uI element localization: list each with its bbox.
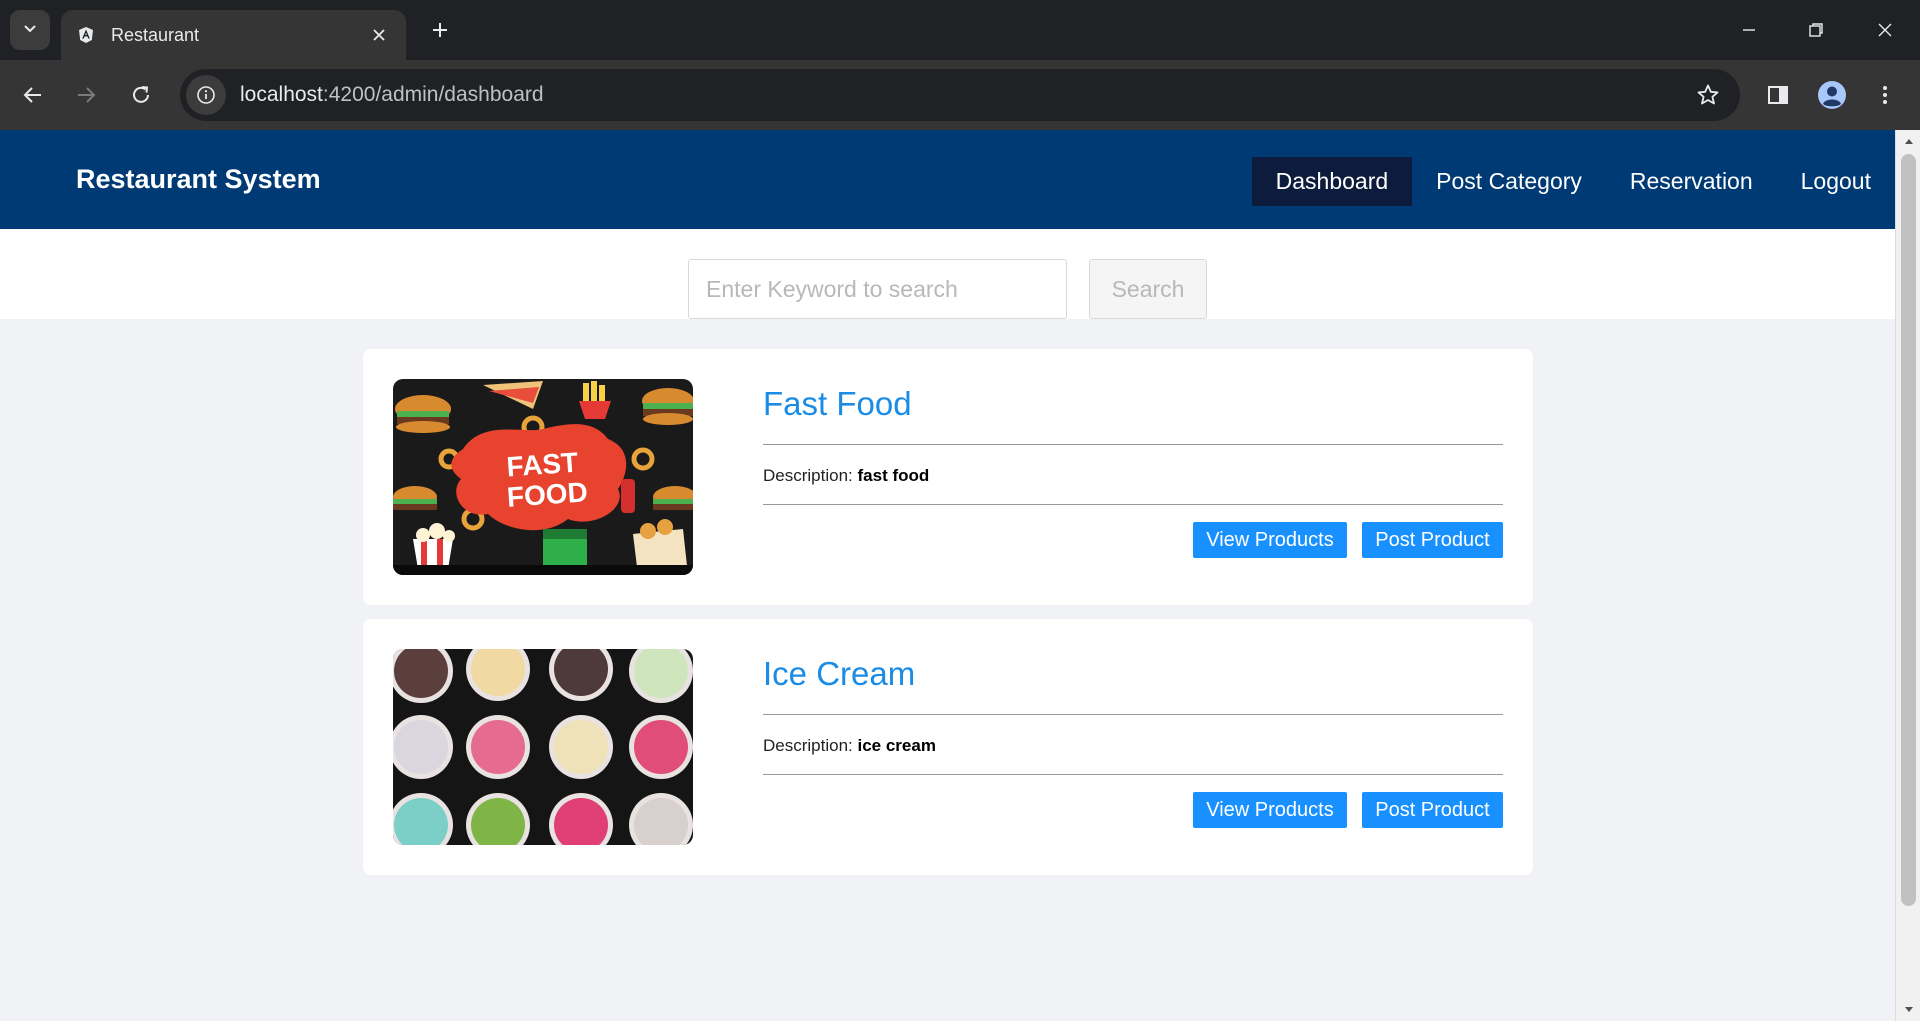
tab-title: Restaurant bbox=[111, 24, 200, 45]
plus-icon[interactable] bbox=[424, 14, 456, 46]
description-value: ice cream bbox=[857, 736, 936, 755]
browser-tab[interactable]: Restaurant bbox=[61, 10, 406, 60]
brand-title[interactable]: Restaurant System bbox=[76, 164, 321, 195]
search-button[interactable]: Search bbox=[1089, 259, 1207, 319]
browser-tab-bar: Restaurant bbox=[0, 0, 1920, 60]
divider bbox=[763, 774, 1503, 775]
side-panel-icon[interactable] bbox=[1759, 76, 1797, 114]
category-card: Ice Cream Description: ice cream View Pr… bbox=[363, 619, 1533, 875]
view-products-button[interactable]: View Products bbox=[1193, 522, 1347, 558]
star-icon[interactable] bbox=[1688, 75, 1728, 115]
view-products-button[interactable]: View Products bbox=[1193, 792, 1347, 828]
search-band: Search bbox=[0, 229, 1895, 319]
tab-list-icon bbox=[22, 20, 38, 41]
app-header: Restaurant System Dashboard Post Categor… bbox=[0, 130, 1895, 229]
post-product-button[interactable]: Post Product bbox=[1362, 522, 1503, 558]
menu-item-dashboard[interactable]: Dashboard bbox=[1251, 157, 1413, 206]
minimize-icon[interactable] bbox=[1726, 12, 1772, 48]
category-title: Fast Food bbox=[763, 385, 912, 422]
page-viewport: Restaurant System Dashboard Post Categor… bbox=[0, 130, 1895, 1021]
profile-icon[interactable] bbox=[1813, 76, 1851, 114]
category-image-ice-cream bbox=[393, 649, 693, 845]
url-text[interactable]: localhost:4200/admin/dashboard bbox=[240, 83, 1688, 107]
description-value: fast food bbox=[857, 466, 930, 485]
site-info-icon[interactable] bbox=[186, 75, 226, 115]
forward-icon[interactable] bbox=[67, 76, 105, 114]
tab-list-button[interactable] bbox=[10, 10, 50, 50]
divider bbox=[763, 714, 1503, 715]
url-host: localhost bbox=[240, 83, 323, 106]
category-description: Description: ice cream bbox=[763, 736, 936, 756]
divider bbox=[763, 444, 1503, 445]
page-scrollbar[interactable] bbox=[1895, 130, 1920, 1021]
close-icon[interactable] bbox=[366, 22, 392, 48]
category-image-fast-food: FAST FOOD bbox=[393, 379, 693, 575]
angular-favicon-icon bbox=[75, 24, 97, 46]
window-close-icon[interactable] bbox=[1862, 12, 1908, 48]
scroll-up-icon[interactable] bbox=[1896, 130, 1920, 152]
search-input[interactable] bbox=[688, 259, 1067, 319]
restore-icon[interactable] bbox=[1793, 12, 1839, 48]
description-label: Description: bbox=[763, 736, 853, 755]
svg-text:FOOD: FOOD bbox=[506, 476, 589, 513]
address-bar[interactable]: localhost:4200/admin/dashboard bbox=[180, 69, 1740, 121]
back-icon[interactable] bbox=[14, 76, 52, 114]
category-card: FAST FOOD Fast Food Description: fast fo… bbox=[363, 349, 1533, 605]
browser-toolbar: localhost:4200/admin/dashboard bbox=[0, 60, 1920, 130]
post-product-button[interactable]: Post Product bbox=[1362, 792, 1503, 828]
category-description: Description: fast food bbox=[763, 466, 929, 486]
description-label: Description: bbox=[763, 466, 853, 485]
scroll-down-icon[interactable] bbox=[1896, 999, 1920, 1021]
reload-icon[interactable] bbox=[122, 76, 160, 114]
menu-item-post-category[interactable]: Post Category bbox=[1412, 157, 1606, 206]
menu-item-reservation[interactable]: Reservation bbox=[1606, 157, 1777, 206]
kebab-menu-icon[interactable] bbox=[1866, 76, 1904, 114]
scrollbar-thumb[interactable] bbox=[1901, 154, 1916, 906]
menu-item-logout[interactable]: Logout bbox=[1777, 157, 1895, 206]
url-path: :4200/admin/dashboard bbox=[322, 83, 544, 106]
divider bbox=[763, 504, 1503, 505]
main-menu: Dashboard Post Category Reservation Logo… bbox=[1251, 157, 1895, 206]
category-title: Ice Cream bbox=[763, 655, 916, 692]
